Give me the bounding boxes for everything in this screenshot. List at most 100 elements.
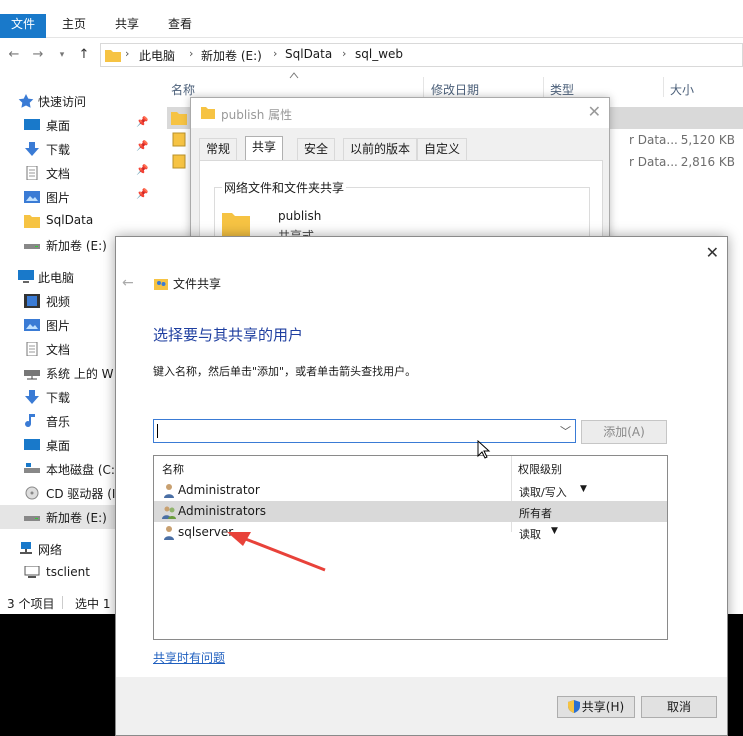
- breadcrumb-separator-icon: ›: [273, 47, 278, 60]
- column-header-type[interactable]: 类型: [550, 81, 574, 98]
- chevron-down-icon[interactable]: ﹀: [560, 423, 571, 439]
- uac-shield-icon: [567, 700, 580, 713]
- explorer-titlebar: [0, 0, 743, 10]
- folder-icon: [201, 107, 215, 119]
- tab-home[interactable]: 主页: [52, 14, 96, 38]
- pin-icon[interactable]: 📌: [136, 117, 148, 128]
- properties-dialog: publish 属性 ✕ 常规 共享 安全 以前的版本 自定义 网络文件和文件夹…: [190, 97, 610, 250]
- shared-folder-name: publish: [278, 209, 322, 223]
- annotation-arrow-icon: [227, 532, 326, 572]
- tab-view[interactable]: 查看: [158, 14, 202, 38]
- nav-quick-access[interactable]: 快速访问: [0, 89, 155, 113]
- column-header-name[interactable]: 名称: [162, 461, 184, 477]
- document-icon: [26, 166, 38, 180]
- user-group-icon: [162, 506, 176, 519]
- column-header-name[interactable]: 名称: [171, 81, 195, 98]
- drive-icon: [24, 516, 40, 521]
- status-divider: [62, 596, 63, 609]
- folder-icon: [171, 112, 187, 125]
- back-arrow-icon[interactable]: ←: [122, 275, 134, 291]
- dialog-footer: [116, 677, 727, 735]
- breadcrumb-separator-icon: ›: [189, 47, 194, 60]
- cancel-button[interactable]: 取消: [641, 696, 717, 718]
- breadcrumb-drive-e[interactable]: 新加卷 (E:): [201, 47, 262, 64]
- nav-desktop[interactable]: 桌面 📌: [0, 113, 155, 137]
- pin-icon[interactable]: 📌: [136, 141, 148, 152]
- breadcrumb-sqldata[interactable]: SqlData: [285, 47, 332, 61]
- up-arrow-icon[interactable]: ↑: [74, 45, 94, 65]
- status-selected: 选中 1: [75, 597, 111, 611]
- breadcrumb-sql-web[interactable]: sql_web: [355, 47, 403, 61]
- share-button-label: 共享(H): [581, 700, 625, 714]
- dialog-instruction: 键入名称，然后单击"添加"，或者单击箭头查找用户。: [153, 365, 417, 378]
- user-icon: [164, 484, 174, 498]
- network-sharing-group-label: 网络文件和文件夹共享: [222, 179, 347, 196]
- close-icon[interactable]: ✕: [706, 243, 719, 262]
- folder-icon: [24, 215, 40, 228]
- nav-pictures[interactable]: 图片 📌: [0, 185, 155, 209]
- text-caret: [157, 424, 158, 438]
- tab-file[interactable]: 文件: [0, 14, 46, 38]
- database-file-icon: [172, 154, 186, 169]
- close-icon[interactable]: ✕: [588, 102, 601, 121]
- nav-downloads[interactable]: 下载 📌: [0, 137, 155, 161]
- add-button[interactable]: 添加(A): [581, 420, 667, 444]
- user-icon: [164, 526, 174, 540]
- network-icon: [20, 542, 32, 554]
- dropdown-arrow-icon[interactable]: ▼: [551, 526, 558, 536]
- column-header-modified[interactable]: 修改日期: [431, 81, 479, 98]
- column-divider[interactable]: [423, 77, 424, 97]
- permission-row-administrator[interactable]: Administrator 读取/写入 ▼: [154, 480, 667, 501]
- tab-security[interactable]: 安全: [297, 138, 336, 160]
- nav-documents[interactable]: 文档 📌: [0, 161, 155, 185]
- properties-titlebar: publish 属性 ✕: [191, 98, 609, 128]
- breadcrumb-separator-icon: ›: [342, 47, 347, 60]
- computer-icon: [18, 270, 34, 283]
- database-file-icon: [172, 132, 186, 147]
- mouse-cursor-icon: [477, 440, 491, 459]
- computer-icon: [24, 566, 40, 578]
- sharing-help-link[interactable]: 共享时有问题: [153, 649, 225, 666]
- column-divider[interactable]: [543, 77, 544, 97]
- pictures-icon: [24, 191, 40, 203]
- star-icon: [18, 94, 34, 108]
- folder-icon: [105, 50, 121, 62]
- pictures-icon: [24, 319, 40, 331]
- dropdown-arrow-icon[interactable]: ▼: [580, 484, 587, 494]
- tab-previous-versions[interactable]: 以前的版本: [343, 138, 418, 160]
- column-header-permission[interactable]: 权限级别: [518, 461, 562, 477]
- tab-general[interactable]: 常规: [199, 138, 238, 160]
- tab-sharing[interactable]: 共享: [245, 136, 284, 161]
- breadcrumb-separator-icon: ›: [125, 47, 130, 60]
- permission-row-administrators[interactable]: Administrators 所有者: [154, 501, 667, 522]
- share-button[interactable]: 共享(H): [557, 696, 635, 718]
- recent-locations-chevron-icon[interactable]: ▾: [52, 45, 72, 65]
- download-arrow-icon: [25, 142, 39, 156]
- back-arrow-icon[interactable]: ←: [4, 45, 24, 65]
- file-sharing-dialog: ✕ ← 文件共享 选择要与其共享的用户 键入名称，然后单击"添加"，或者单击箭头…: [115, 236, 728, 736]
- dialog-heading: 选择要与其共享的用户: [153, 326, 304, 344]
- ribbon-tabs: 文件 主页 共享 查看: [0, 10, 743, 38]
- nav-sqldata[interactable]: SqlData: [0, 209, 155, 233]
- pin-icon[interactable]: 📌: [136, 189, 148, 200]
- properties-title: publish 属性: [221, 108, 293, 122]
- sort-ascending-icon: [289, 72, 299, 79]
- shared-folder-icon: [222, 213, 250, 239]
- network-drive-icon: [24, 370, 40, 380]
- forward-arrow-icon[interactable]: →: [28, 45, 48, 65]
- breadcrumb-this-pc[interactable]: 此电脑: [139, 47, 175, 64]
- windows-drive-icon: [24, 463, 40, 473]
- user-name-combobox[interactable]: ﹀: [153, 419, 576, 443]
- music-note-icon: [25, 414, 35, 428]
- address-bar[interactable]: › 此电脑 › 新加卷 (E:) › SqlData › sql_web: [100, 43, 743, 67]
- tab-share[interactable]: 共享: [105, 14, 149, 38]
- status-item-count: 3 个项目: [7, 597, 55, 611]
- column-divider[interactable]: [663, 77, 664, 97]
- download-arrow-icon: [25, 390, 39, 404]
- address-row: ← → ▾ ↑ › 此电脑 › 新加卷 (E:) › SqlData › sql…: [0, 39, 743, 71]
- cd-drive-icon: [25, 486, 39, 500]
- column-header-size[interactable]: 大小: [670, 81, 694, 98]
- video-icon: [24, 294, 40, 308]
- pin-icon[interactable]: 📌: [136, 165, 148, 176]
- tab-customize[interactable]: 自定义: [417, 138, 468, 160]
